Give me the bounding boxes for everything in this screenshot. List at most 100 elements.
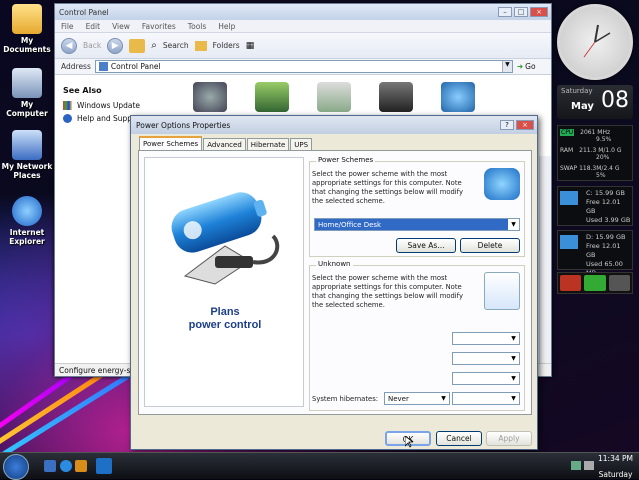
chevron-down-icon[interactable]: ▼	[501, 61, 512, 72]
go-arrow-icon: ➜	[516, 62, 524, 71]
hibernate-select[interactable]: Never ▼	[384, 392, 450, 405]
toolbar: ◀ Back ▶ ⌕ Search Folders ▦	[55, 33, 551, 59]
logoff-icon[interactable]	[608, 275, 630, 291]
folder-icon	[12, 4, 42, 34]
menu-file[interactable]: File	[61, 22, 74, 31]
desktop-icon-my-computer[interactable]: My Computer	[0, 68, 54, 118]
tab-power-schemes[interactable]: Power Schemes	[139, 136, 203, 151]
restart-icon[interactable]	[584, 275, 606, 291]
go-button[interactable]: ➜ Go	[517, 62, 536, 71]
start-button[interactable]	[3, 454, 29, 480]
drive-c-gadget: C: 15.99 GB Free 12.01 GB Used 3.99 GB	[557, 186, 633, 226]
mouse-cursor-icon	[405, 436, 413, 448]
menu-edit[interactable]: Edit	[86, 22, 101, 31]
delete-button[interactable]: Delete	[460, 238, 520, 253]
clock-hands-icon	[583, 24, 611, 58]
calendar-gadget: Saturday May 08	[557, 85, 633, 119]
ram-row: RAM 211.3 M/1.0 G 20%	[560, 147, 622, 161]
ie-quicklaunch-icon[interactable]	[60, 460, 72, 472]
help-button[interactable]: ?	[500, 120, 514, 130]
minimize-button[interactable]: –	[498, 7, 512, 17]
unknown-description: Select the power scheme with the most ap…	[312, 274, 463, 309]
menu-favorites[interactable]: Favorites	[142, 22, 176, 31]
hibernate-select-2[interactable]: ▼	[452, 392, 520, 405]
folders-icon	[194, 40, 207, 51]
hibernate-label: System hibernates:	[312, 395, 379, 403]
desktop-icon-my-documents[interactable]: My Documents	[0, 4, 54, 54]
power-schemes-group: Power Schemes Select the power scheme wi…	[309, 156, 525, 257]
folders-button[interactable]: Folders	[213, 41, 240, 50]
help-icon	[63, 114, 72, 123]
menu-help[interactable]: Help	[218, 22, 235, 31]
tab-panel: Plans power control Power Schemes Select…	[138, 150, 532, 415]
up-folder-icon[interactable]	[129, 38, 146, 53]
unknown-label: Unknown	[316, 260, 353, 268]
desktop-icon-my-network-places[interactable]: My Network Places	[0, 130, 54, 180]
maximize-button[interactable]: □	[514, 7, 528, 17]
system-monitor-gadget: CPU 2061 MHz 9.5% RAM 211.3 M/1.0 G 20% SW…	[557, 125, 633, 181]
setting-select-3[interactable]: ▼	[452, 372, 520, 385]
address-input[interactable]: Control Panel ▼	[94, 60, 513, 73]
chevron-down-icon: ▼	[508, 333, 519, 344]
address-label: Address	[61, 62, 91, 71]
taskbar-clock[interactable]: 11:34 PM Saturday	[598, 454, 633, 480]
chevron-down-icon: ▼	[438, 393, 449, 404]
desktop-icon-internet-explorer[interactable]: Internet Explorer	[0, 196, 54, 246]
views-icon[interactable]: ▦	[246, 41, 255, 51]
windows-update-icon	[63, 101, 72, 110]
menu-view[interactable]: View	[112, 22, 130, 31]
dialog-titlebar: Power Options Properties ? ×	[131, 116, 537, 134]
windows-update-link[interactable]: Windows Update	[55, 99, 183, 112]
game-controller-icon[interactable]	[193, 82, 227, 112]
control-panel-items	[193, 82, 475, 112]
menu-tools[interactable]: Tools	[188, 22, 206, 31]
address-bar: Address Control Panel ▼ ➜ Go	[55, 59, 551, 75]
chevron-down-icon: ▼	[508, 353, 519, 364]
calendar-month: May	[571, 101, 594, 112]
taskbar: 11:34 PM Saturday	[0, 452, 639, 480]
apply-button[interactable]: Apply	[486, 431, 532, 446]
menu-bar: File Edit View Favorites Tools Help	[55, 20, 551, 33]
drive-d-gadget: D: 15.99 GBFree 12.01 GBUsed 65.00 MB	[557, 230, 633, 277]
plans-illustration-pane: Plans power control	[144, 157, 304, 407]
save-as-button[interactable]: Save As...	[396, 238, 456, 253]
back-button[interactable]: Back	[83, 41, 101, 50]
vertical-scrollbar[interactable]	[539, 156, 551, 364]
chevron-down-icon: ▼	[508, 373, 519, 384]
search-icon: ⌕	[151, 40, 157, 51]
chevron-down-icon: ▼	[508, 219, 519, 230]
power-scheme-select[interactable]: Home/Office Desk ▼	[314, 218, 520, 231]
cancel-button[interactable]: Cancel	[436, 431, 482, 446]
forward-arrow-icon[interactable]: ▶	[107, 37, 124, 54]
network-globe-icon[interactable]	[441, 82, 475, 112]
drive-c-icon	[560, 191, 578, 205]
hardware-card-icon[interactable]	[255, 82, 289, 112]
see-also-heading: See Also	[63, 86, 102, 95]
battery-plug-icon	[171, 192, 280, 285]
setting-select-1[interactable]: ▼	[452, 332, 520, 345]
control-panel-icon	[98, 62, 108, 71]
search-button[interactable]: Search	[163, 41, 189, 50]
battery-list-icon	[484, 272, 520, 310]
network-icon	[12, 130, 42, 160]
shutdown-icon[interactable]	[560, 275, 582, 291]
dialog-title: Power Options Properties	[136, 120, 231, 130]
unknown-settings-group: Unknown Select the power scheme with the…	[309, 260, 525, 411]
dialog-close-button[interactable]: ×	[516, 120, 534, 130]
media-quicklaunch-icon[interactable]	[75, 460, 87, 472]
tray-network-icon[interactable]	[571, 461, 581, 470]
sidebar-gadgets: Saturday May 08 CPU 2061 MHz 9.5% RAM 211…	[554, 0, 639, 300]
close-button[interactable]: ×	[530, 7, 548, 17]
show-desktop-icon[interactable]	[44, 460, 56, 472]
back-arrow-icon[interactable]: ◀	[61, 37, 77, 54]
calendar-day: Saturday	[561, 87, 593, 95]
drive-d-icon	[560, 235, 578, 249]
power-control-gadget	[557, 272, 633, 294]
tray-volume-icon[interactable]	[584, 461, 594, 470]
hard-drive-icon[interactable]	[379, 82, 413, 112]
setting-select-2[interactable]: ▼	[452, 352, 520, 365]
power-options-task-icon[interactable]	[96, 458, 112, 474]
edit-pen-icon[interactable]	[317, 82, 351, 112]
plans-caption: Plans power control	[188, 306, 262, 331]
chevron-down-icon: ▼	[508, 393, 519, 404]
